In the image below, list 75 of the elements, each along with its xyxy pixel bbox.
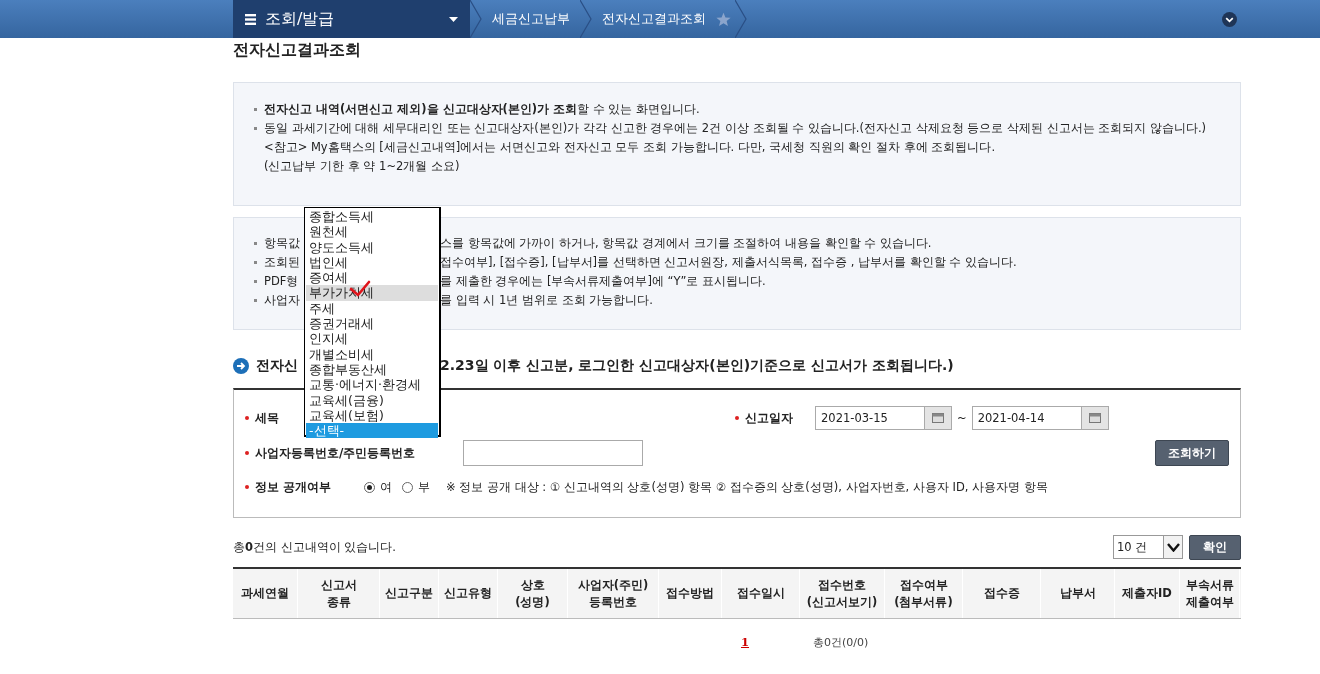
dropdown-option[interactable]: 부가가치세 — [306, 285, 438, 301]
caret-icon — [449, 16, 458, 22]
notice-text: (신고납부 기한 후 약 1~2개월 소요) — [264, 158, 460, 175]
page-size-select[interactable]: 10 건 — [1113, 535, 1183, 559]
field-label: 사업자등록번호/주민등록번호 — [245, 444, 463, 462]
column-header: 접수일시 — [722, 569, 800, 618]
confirm-button[interactable]: 확인 — [1189, 534, 1241, 560]
date-field[interactable]: 2021-04-14 — [971, 406, 1109, 430]
date-field[interactable]: 2021-03-15 — [815, 406, 952, 430]
notice-text: <참고> My홈택스의 [세금신고내역]에서는 서면신고와 전자신고 모두 조회 가능합니다. 다만, 국세청 직원의 확인 절차 후에 조회됩니다. — [264, 139, 996, 156]
page-link[interactable]: 1 — [741, 635, 749, 649]
page-title: 전자신고결과조회 — [233, 40, 362, 61]
chevron-separator-icon — [580, 0, 592, 38]
column-header: 접수번호 (신고서보기) — [800, 569, 885, 618]
tip-text: 를 입력 시 1년 범위로 조회 가능합니다. — [440, 292, 653, 309]
field-label: 정보 공개여부 — [245, 478, 364, 496]
menu-icon — [245, 13, 256, 25]
tip-text: 를 제출한 경우에는 [부속서류제출여부]에 “Y”로 표시됩니다. — [440, 273, 766, 290]
dropdown-option[interactable]: 원천세 — [306, 224, 438, 240]
dropdown-option[interactable]: 인지세 — [306, 331, 438, 347]
result-count: 총0건의 신고내역이 있습니다. — [233, 539, 396, 555]
field-label: 신고일자 — [735, 409, 815, 427]
dropdown-option[interactable]: 교통·에너지·환경세 — [306, 377, 438, 393]
breadcrumb-link[interactable]: 전자신고결과조회 — [592, 10, 716, 28]
column-header: 상호 (성명) — [498, 569, 568, 618]
section-title: 전자신 — [256, 357, 298, 373]
column-header: 신고구분 — [380, 569, 439, 618]
disclosure-note: ※ 정보 공개 대상 : ① 신고내역의 상호(성명) 항목 ② 접수증의 상호(성명), 사업자번호, 사용자 ID, 사용자명 항목 — [446, 479, 1048, 495]
dropdown-option[interactable]: 종합소득세 — [306, 209, 438, 225]
dropdown-option[interactable]: 주세 — [306, 300, 438, 317]
id-number-field[interactable] — [463, 440, 643, 466]
column-header: 제출자ID — [1115, 569, 1180, 618]
chevron-separator-icon — [735, 0, 747, 38]
dropdown-option[interactable]: 종합부동산세 — [306, 361, 438, 378]
dropdown-option[interactable]: 교육세(금융) — [306, 392, 438, 408]
range-separator: ~ — [957, 411, 967, 425]
dropdown-option[interactable]: 법인세 — [306, 254, 438, 271]
notice-text: 동일 과세기간에 대해 세무대리인 또는 신고대상자(본인)가 각각 신고한 경우에는 2건 이상 조회될 수 있습니다.(전자신고 삭제요청 등으로 삭제된 신고서는 조회되지 않습니다.) — [264, 120, 1207, 137]
column-header: 납부서 — [1041, 569, 1115, 618]
column-header: 부속서류 제출여부 — [1180, 569, 1240, 618]
search-button[interactable]: 조회하기 — [1155, 440, 1229, 466]
radio-label: 여 — [380, 479, 392, 495]
expand-icon[interactable] — [1222, 11, 1237, 27]
column-header: 과세연월 — [233, 569, 298, 618]
calendar-icon[interactable] — [1080, 407, 1108, 429]
radio-button[interactable] — [364, 481, 375, 493]
radio-label: 부 — [418, 479, 430, 495]
calendar-icon[interactable] — [924, 407, 951, 429]
dropdown-option[interactable]: 교육세(보험) — [306, 407, 438, 424]
star-icon[interactable] — [716, 11, 731, 27]
tip-text: PDF형 — [264, 274, 299, 288]
menu-label: 조회/발급 — [265, 8, 335, 30]
column-header: 접수증 — [963, 569, 1041, 618]
total-count: 총0건(0/0) — [813, 634, 869, 650]
column-header: 사업자(주민) 등록번호 — [568, 569, 659, 618]
dropdown-option[interactable]: 양도소득세 — [306, 239, 438, 255]
column-header: 신고유형 — [439, 569, 498, 618]
chevron-separator-icon — [470, 0, 482, 38]
breadcrumb-link[interactable]: 세금신고납부 — [482, 10, 580, 28]
arrow-circle-icon — [233, 358, 249, 374]
tip-text: 접수여부], [접수증], [납부서]를 선택하면 신고서원장, 제출서식목록, 접수증 , 납부서를 확인할 수 있습니다. — [440, 254, 1017, 271]
tip-text: 스를 항목값에 가까이 하거나, 항목값 경계에서 크기를 조절하여 내용을 확인할 수 있습니다. — [440, 235, 932, 252]
dropdown-option[interactable]: 개별소비세 — [306, 346, 438, 362]
column-header: 접수방법 — [659, 569, 722, 618]
section-title: 2.23일 이후 신고분, 로그인한 신고대상자(본인)기준으로 신고서가 조회됩니다.) — [440, 357, 954, 375]
tip-text: 사업자 — [264, 293, 300, 307]
column-header: 신고서 종류 — [298, 569, 380, 618]
tip-text: 항목값 — [264, 236, 300, 250]
tip-text: 조회된 — [264, 255, 300, 269]
column-header: 접수여부 (첨부서류) — [885, 569, 963, 618]
radio-button[interactable] — [402, 481, 413, 493]
notice-text: 전자신고 내역(서면신고 제외)을 신고대상자(본인)가 조회할 수 있는 화면입니다. — [264, 101, 700, 118]
dropdown-option[interactable]: 증권거래세 — [306, 316, 438, 332]
menu-dropdown[interactable]: 조회/발급 — [233, 0, 470, 38]
dropdown-option[interactable]: 증여세 — [306, 270, 438, 286]
